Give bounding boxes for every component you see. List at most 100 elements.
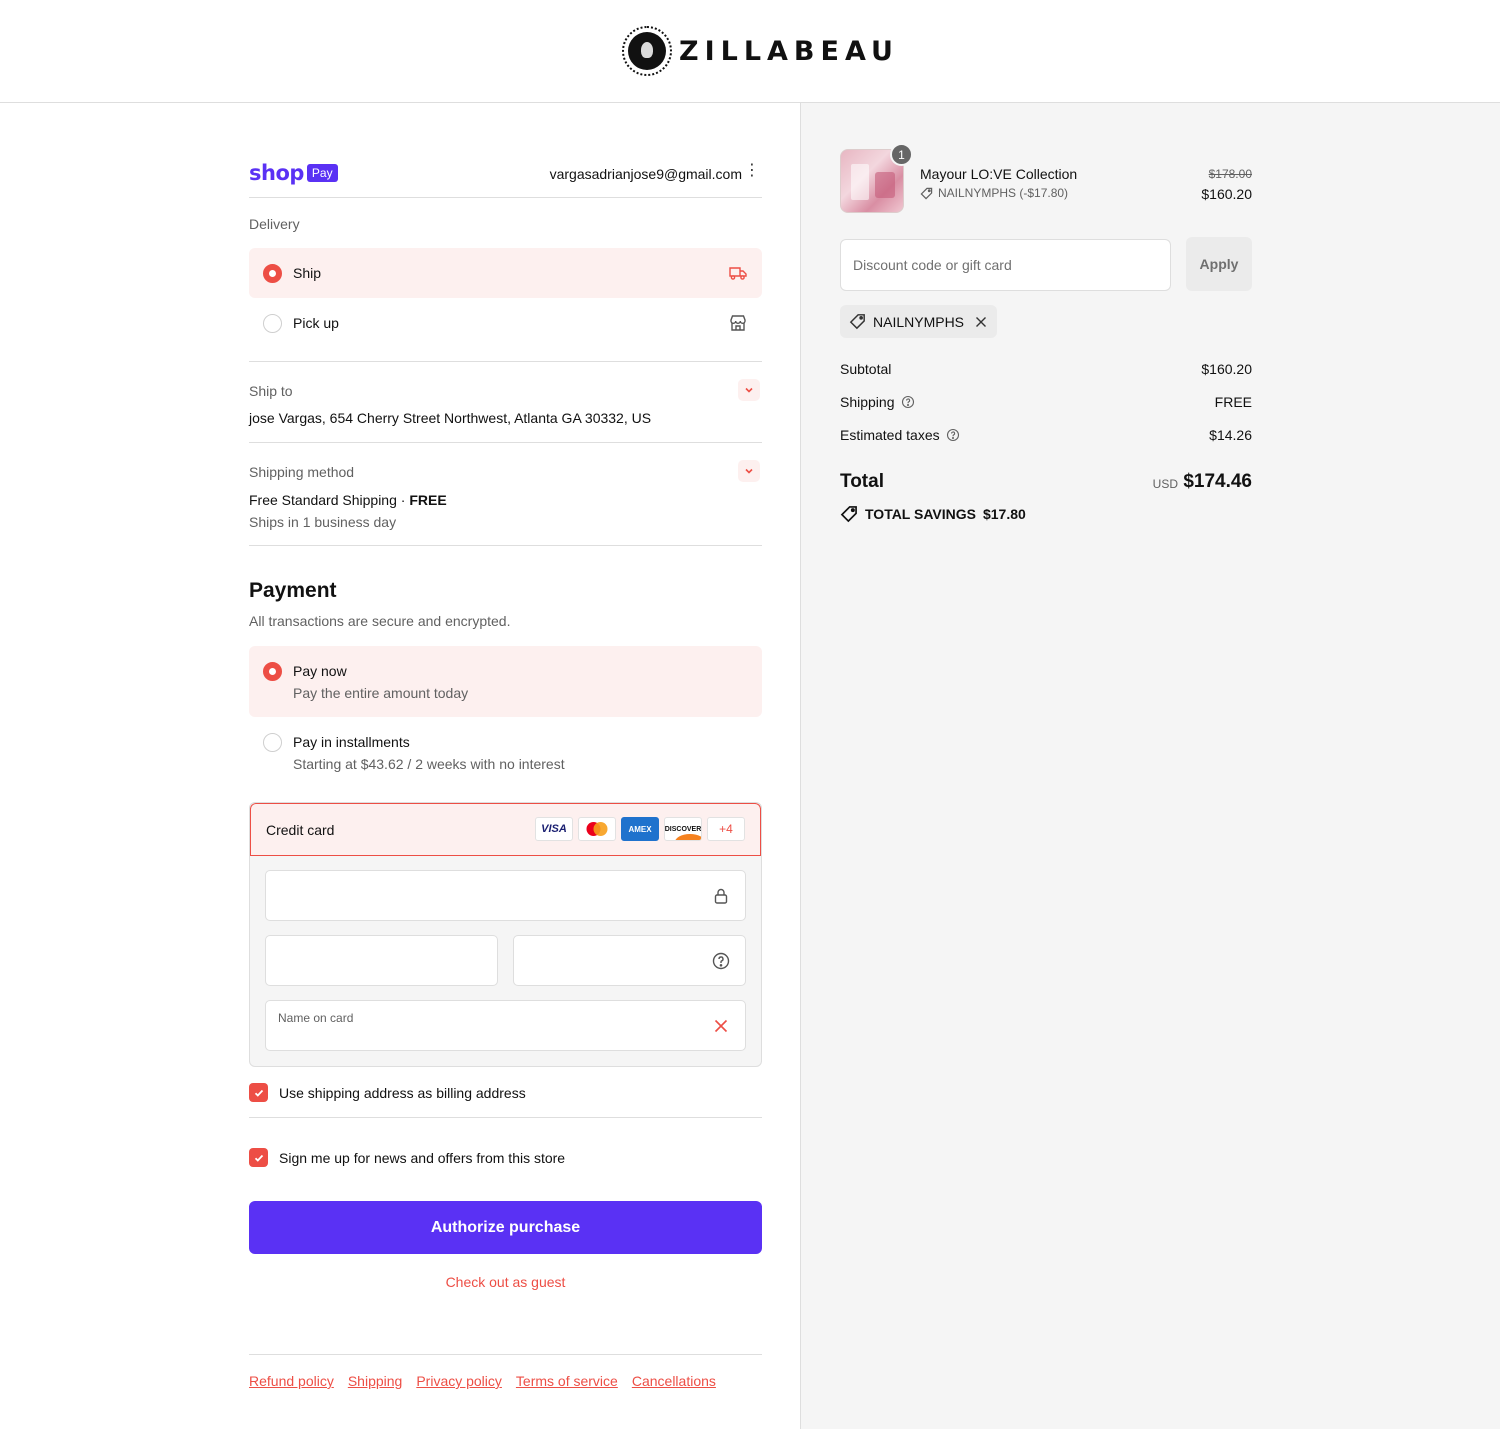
truck-icon [729,267,747,280]
pay-option-installments[interactable]: Pay in installments Starting at $43.62 /… [249,717,762,788]
name-on-card-field[interactable]: Name on card [265,1000,746,1051]
pickup-radio[interactable] [263,313,282,333]
lock-icon [714,888,728,904]
subtotal-label: Subtotal [840,361,892,377]
brand-name: ZILLABEAU [679,35,899,67]
shipping-policy-link[interactable]: Shipping [348,1373,403,1389]
shoppay-account-bar: shop Pay vargasadrianjose9@gmail.com ⋮ [249,159,762,198]
quantity-badge: 1 [890,143,913,166]
shipping-value: FREE [1214,394,1252,410]
billing-same-label: Use shipping address as billing address [279,1084,526,1101]
help-circle-icon[interactable] [711,951,731,971]
pickup-label: Pick up [293,315,339,331]
ship-to-label: Ship to [249,383,293,399]
more-cards-badge[interactable]: +4 [707,817,745,841]
security-code-field[interactable] [513,935,746,986]
product-discount: NAILNYMPHS (-$17.80) [920,186,1068,200]
newsletter-checkbox-row[interactable]: Sign me up for news and offers from this… [249,1148,565,1167]
authorize-purchase-button[interactable]: Authorize purchase [249,1201,762,1254]
cancellations-link[interactable]: Cancellations [632,1373,716,1389]
delivery-option-ship[interactable]: Ship [249,248,762,298]
terms-of-service-link[interactable]: Terms of service [516,1373,618,1389]
shipping-method-eta: Ships in 1 business day [249,514,397,530]
billing-same-checkbox[interactable] [249,1083,268,1102]
shoppay-badge: Pay [306,164,338,182]
taxes-label-group: Estimated taxes [840,427,960,443]
pay-now-desc: Pay the entire amount today [293,685,469,701]
shipping-method-price: FREE [409,492,447,508]
product-price: $160.20 [1201,186,1252,202]
divider [249,545,762,546]
divider [249,442,762,443]
delivery-label: Delivery [249,216,300,232]
total-label: Total [840,471,884,492]
billing-same-checkbox-row[interactable]: Use shipping address as billing address [249,1083,526,1102]
shoppay-logo: shop Pay [249,161,338,185]
installments-radio[interactable] [263,733,282,752]
card-brands: VISA AMEX DISCOVER +4 [535,817,745,841]
kebab-menu-icon[interactable]: ⋮ [744,163,760,179]
shipping-method-chevron-down-icon[interactable] [738,460,760,482]
payment-title: Payment [249,579,337,602]
shoppay-word: shop [249,161,304,185]
refund-policy-link[interactable]: Refund policy [249,1373,334,1389]
mastercard-icon [578,817,616,841]
total-savings-value: $17.80 [982,506,1026,522]
shipping-label: Shipping [840,394,895,410]
installments-desc: Starting at $43.62 / 2 weeks with no int… [293,756,565,772]
newsletter-label: Sign me up for news and offers from this… [279,1149,566,1166]
remove-discount-close-icon[interactable] [975,316,987,328]
pay-option-now[interactable]: Pay now Pay the entire amount today [249,646,762,717]
divider [249,1354,762,1355]
product-original-price: $178.00 [1208,167,1252,181]
tag-icon [849,314,865,330]
payment-subtitle: All transactions are secure and encrypte… [249,613,511,629]
total-savings: TOTAL SAVINGS $17.80 [840,505,1026,523]
shipping-method-label: Shipping method [249,464,355,480]
delivery-option-pickup[interactable]: Pick up [249,298,762,348]
applied-discount-code: NAILNYMPHS [873,313,965,330]
taxes-value: $14.26 [1209,427,1252,443]
ship-to-address: jose Vargas, 654 Cherry Street Northwest… [249,410,652,426]
expiration-date-field[interactable] [265,935,498,986]
help-circle-icon[interactable] [946,428,960,442]
ship-to-chevron-down-icon[interactable] [738,379,760,401]
divider [249,361,762,362]
subtotal-value: $160.20 [1201,361,1252,377]
ship-radio[interactable] [263,263,282,283]
brand-emblem-icon [622,26,672,76]
store-icon [730,315,746,331]
shipping-method-separator: · [396,492,410,508]
shipping-method-value: Free Standard Shipping · FREE [249,492,447,508]
pay-now-radio[interactable] [263,662,282,681]
divider [249,1117,762,1118]
account-email: vargasadrianjose9@gmail.com [549,166,742,182]
order-summary-panel [800,103,1500,1429]
discover-icon: DISCOVER [664,817,702,841]
shipping-method-name: Free Standard Shipping [249,492,397,508]
newsletter-checkbox[interactable] [249,1148,268,1167]
name-on-card-placeholder: Name on card [278,1011,354,1025]
checkout-as-guest-link[interactable]: Check out as guest [249,1274,762,1290]
product-name: Mayour LO:VE Collection [920,166,1078,182]
card-number-field[interactable] [265,870,746,921]
apply-discount-button[interactable]: Apply [1186,237,1252,291]
footer-links: Refund policy Shipping Privacy policy Te… [249,1373,716,1389]
help-circle-icon[interactable] [901,395,915,409]
brand-logo-link[interactable]: ZILLABEAU [622,26,899,76]
credit-card-header[interactable]: Credit card VISA AMEX DISCOVER +4 [250,803,761,856]
tag-icon [920,187,933,199]
credit-card-panel: Credit card VISA AMEX DISCOVER +4 Name o… [249,802,762,1067]
credit-card-title: Credit card [266,822,335,838]
shipping-label-group: Shipping [840,394,915,410]
error-x-icon [714,1019,728,1033]
privacy-policy-link[interactable]: Privacy policy [416,1373,502,1389]
installments-title: Pay in installments [293,734,410,750]
taxes-label: Estimated taxes [840,427,940,443]
ship-label: Ship [293,265,322,281]
discount-code-input[interactable] [840,239,1171,291]
applied-discount-chip: NAILNYMPHS [840,305,998,338]
total-currency: USD [1152,477,1178,491]
tag-icon [840,506,857,523]
product-discount-text: NAILNYMPHS (-$17.80) [938,186,1069,200]
